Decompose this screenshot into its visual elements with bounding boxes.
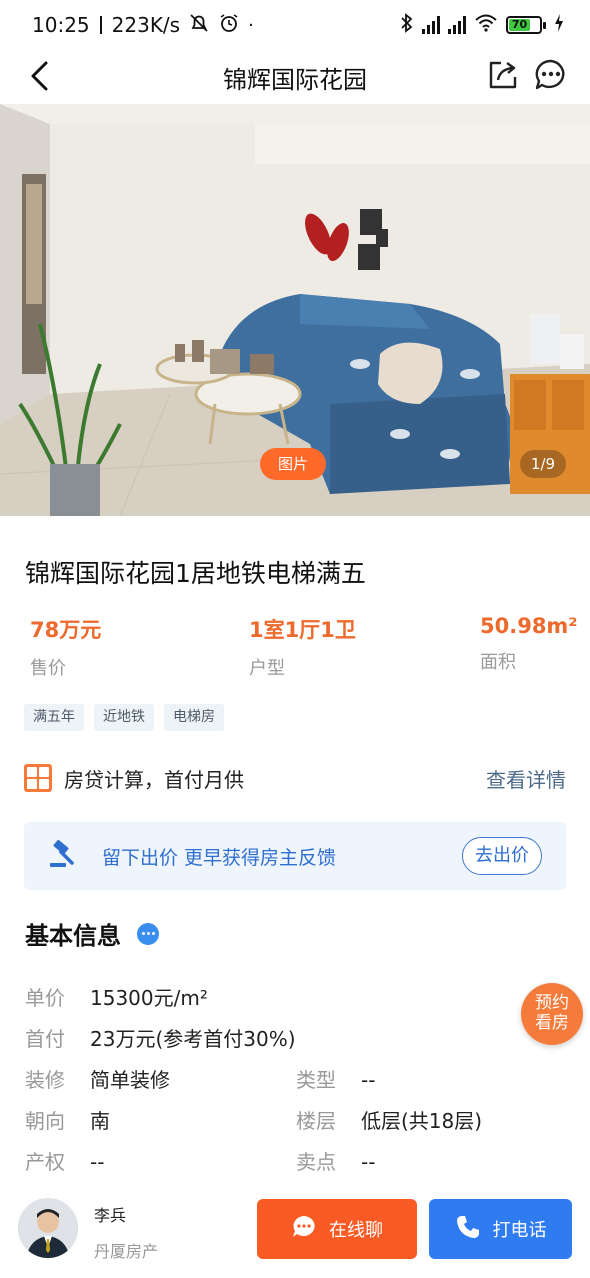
- listing-tags: 满五年 近地铁 电梯房: [24, 704, 224, 731]
- calculator-icon: [24, 764, 52, 792]
- info-value: --: [361, 1150, 376, 1174]
- online-chat-button[interactable]: 在线聊: [257, 1199, 417, 1259]
- chat-icon: [291, 1214, 317, 1245]
- listing-title: 锦辉国际花园1居地铁电梯满五: [25, 559, 366, 588]
- info-type: 类型 --: [296, 1064, 375, 1093]
- loan-calculator-label: 房贷计算，首付月供: [64, 767, 244, 792]
- more-chat-icon: [535, 59, 565, 90]
- info-value: 简单装修: [90, 1068, 170, 1092]
- agent-avatar[interactable]: [18, 1198, 78, 1258]
- listing-stats: 78万元 售价 1室1厅1卫 户型 50.98m² 面积: [0, 614, 590, 679]
- bottom-action-bar: 李兵 丹厦房产 在线聊 打电话: [0, 1190, 590, 1278]
- info-unit-price: 单价 15300元/m²: [25, 982, 208, 1011]
- tag-item: 近地铁: [94, 704, 154, 731]
- stat-price-label: 售价: [30, 658, 66, 679]
- charging-icon: [554, 13, 564, 37]
- tag-item: 电梯房: [164, 704, 224, 731]
- info-property-right: 产权 --: [25, 1146, 104, 1175]
- call-button[interactable]: 打电话: [429, 1199, 572, 1259]
- status-divider: [99, 16, 102, 34]
- auction-hammer-icon: [48, 839, 78, 873]
- agent-name: 李兵: [94, 1206, 127, 1225]
- info-key: 装修: [25, 1068, 65, 1092]
- basic-info-header: 基本信息: [25, 916, 159, 951]
- phone-icon: [455, 1214, 481, 1245]
- stat-price-value: 78万元: [30, 618, 102, 642]
- call-label: 打电话: [492, 1220, 547, 1241]
- book-viewing-line2: 看房: [535, 1013, 569, 1033]
- info-key: 朝向: [25, 1109, 65, 1133]
- listing-photo[interactable]: 图片 1/9: [0, 104, 590, 516]
- stat-area: 50.98m² 面积: [480, 614, 578, 674]
- info-decoration: 装修 简单装修: [25, 1064, 170, 1093]
- stat-layout: 1室1厅1卫 户型: [249, 614, 356, 680]
- info-value: --: [90, 1150, 105, 1174]
- stat-area-value: 50.98m²: [480, 614, 578, 638]
- more-button[interactable]: [532, 56, 570, 94]
- status-time: 10:25: [32, 13, 90, 37]
- make-offer-button[interactable]: 去出价: [462, 837, 542, 875]
- share-icon: [489, 61, 517, 89]
- tag-item: 满五年: [24, 704, 84, 731]
- info-orientation: 朝向 南: [25, 1105, 110, 1134]
- info-key: 产权: [25, 1150, 65, 1174]
- book-viewing-line1: 预约: [535, 993, 569, 1013]
- back-button[interactable]: [22, 58, 58, 94]
- dot-icon: ·: [248, 14, 254, 36]
- signal-2-icon: [448, 16, 466, 34]
- photo-tab-badge[interactable]: 图片: [260, 448, 327, 480]
- info-value: 南: [90, 1109, 110, 1133]
- mute-bell-icon: [188, 12, 210, 39]
- info-key: 首付: [25, 1027, 65, 1051]
- info-value: --: [361, 1068, 376, 1092]
- bluetooth-icon: [400, 12, 414, 39]
- info-value: 低层(共18层): [361, 1109, 483, 1133]
- page-title: 锦辉国际花园: [223, 65, 367, 94]
- wifi-icon: [474, 13, 498, 38]
- offer-banner-text: 留下出价 更早获得房主反馈: [102, 846, 337, 869]
- view-details-link[interactable]: 查看详情: [486, 764, 566, 793]
- basic-info-title: 基本信息: [25, 922, 121, 950]
- share-button[interactable]: [484, 56, 522, 94]
- stat-area-label: 面积: [480, 652, 516, 673]
- info-selling-point: 卖点 --: [296, 1146, 375, 1175]
- chevron-left-icon: [31, 61, 48, 91]
- battery-level: 70: [509, 19, 530, 31]
- info-value: 23万元(参考首付30%): [90, 1027, 296, 1051]
- battery-icon: 70: [506, 16, 546, 34]
- info-key: 卖点: [296, 1150, 336, 1174]
- offer-banner: 留下出价 更早获得房主反馈 去出价: [24, 822, 566, 890]
- book-viewing-button[interactable]: 预约 看房: [521, 983, 583, 1045]
- info-key: 单价: [25, 986, 65, 1010]
- photo-counter: 1/9: [520, 450, 566, 478]
- info-value: 15300元/m²: [90, 986, 208, 1010]
- chat-bubble-icon[interactable]: [137, 922, 159, 945]
- alarm-icon: [218, 12, 240, 39]
- info-key: 楼层: [296, 1109, 336, 1133]
- stat-price: 78万元 售价: [30, 614, 101, 680]
- signal-1-icon: [422, 16, 440, 34]
- status-bar: 10:25 223K/s · 70: [0, 0, 590, 50]
- status-speed: 223K/s: [111, 13, 181, 37]
- loan-calculator-row[interactable]: 房贷计算，首付月供 查看详情: [24, 762, 566, 794]
- nav-bar: 锦辉国际花园: [0, 50, 590, 104]
- info-down-payment: 首付 23万元(参考首付30%): [25, 1023, 296, 1052]
- info-key: 类型: [296, 1068, 336, 1092]
- online-chat-label: 在线聊: [329, 1220, 383, 1241]
- info-floor: 楼层 低层(共18层): [296, 1105, 482, 1134]
- stat-layout-label: 户型: [249, 658, 285, 679]
- agent-company: 丹厦房产: [94, 1242, 159, 1261]
- stat-layout-value: 1室1厅1卫: [249, 618, 356, 642]
